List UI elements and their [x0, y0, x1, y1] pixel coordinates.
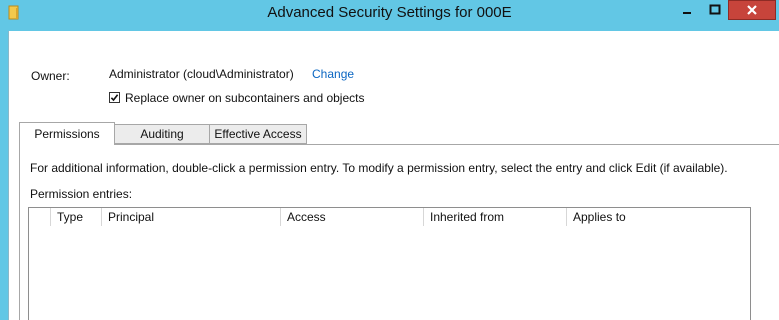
checkmark-icon	[110, 94, 119, 102]
tab-auditing[interactable]: Auditing	[114, 124, 210, 144]
minimize-icon	[682, 12, 691, 14]
column-header-type[interactable]: Type	[51, 208, 102, 226]
maximize-button[interactable]	[701, 0, 728, 20]
owner-value: Administrator (cloud\Administrator)	[109, 67, 294, 81]
permission-entries-list[interactable]: Type Principal Access Inherited from App…	[28, 207, 751, 320]
row-icon-column-header	[29, 208, 51, 226]
replace-owner-label: Replace owner on subcontainers and objec…	[125, 91, 365, 105]
column-header-principal[interactable]: Principal	[102, 208, 281, 226]
minimize-button[interactable]	[672, 0, 701, 20]
change-owner-link[interactable]: Change	[312, 67, 354, 81]
column-header-access[interactable]: Access	[281, 208, 424, 226]
permissions-info-text: For additional information, double-click…	[30, 161, 728, 175]
owner-label: Owner:	[31, 69, 70, 83]
close-icon	[747, 5, 757, 15]
dialog-client-area: Owner: Administrator (cloud\Administrato…	[8, 31, 779, 320]
tab-permissions[interactable]: Permissions	[19, 122, 115, 145]
tab-effective-access[interactable]: Effective Access	[209, 124, 307, 144]
close-button[interactable]	[728, 0, 776, 20]
column-header-inherited-from[interactable]: Inherited from	[424, 208, 567, 226]
title-bar[interactable]: Advanced Security Settings for 000E	[0, 0, 779, 31]
replace-owner-checkbox[interactable]	[109, 92, 120, 103]
security-settings-window: Advanced Security Settings for 000E Owne…	[0, 0, 779, 320]
maximize-icon	[709, 4, 720, 15]
column-header-applies-to[interactable]: Applies to	[567, 208, 750, 226]
permission-entries-label: Permission entries:	[30, 187, 133, 201]
window-title: Advanced Security Settings for 000E	[267, 4, 512, 21]
